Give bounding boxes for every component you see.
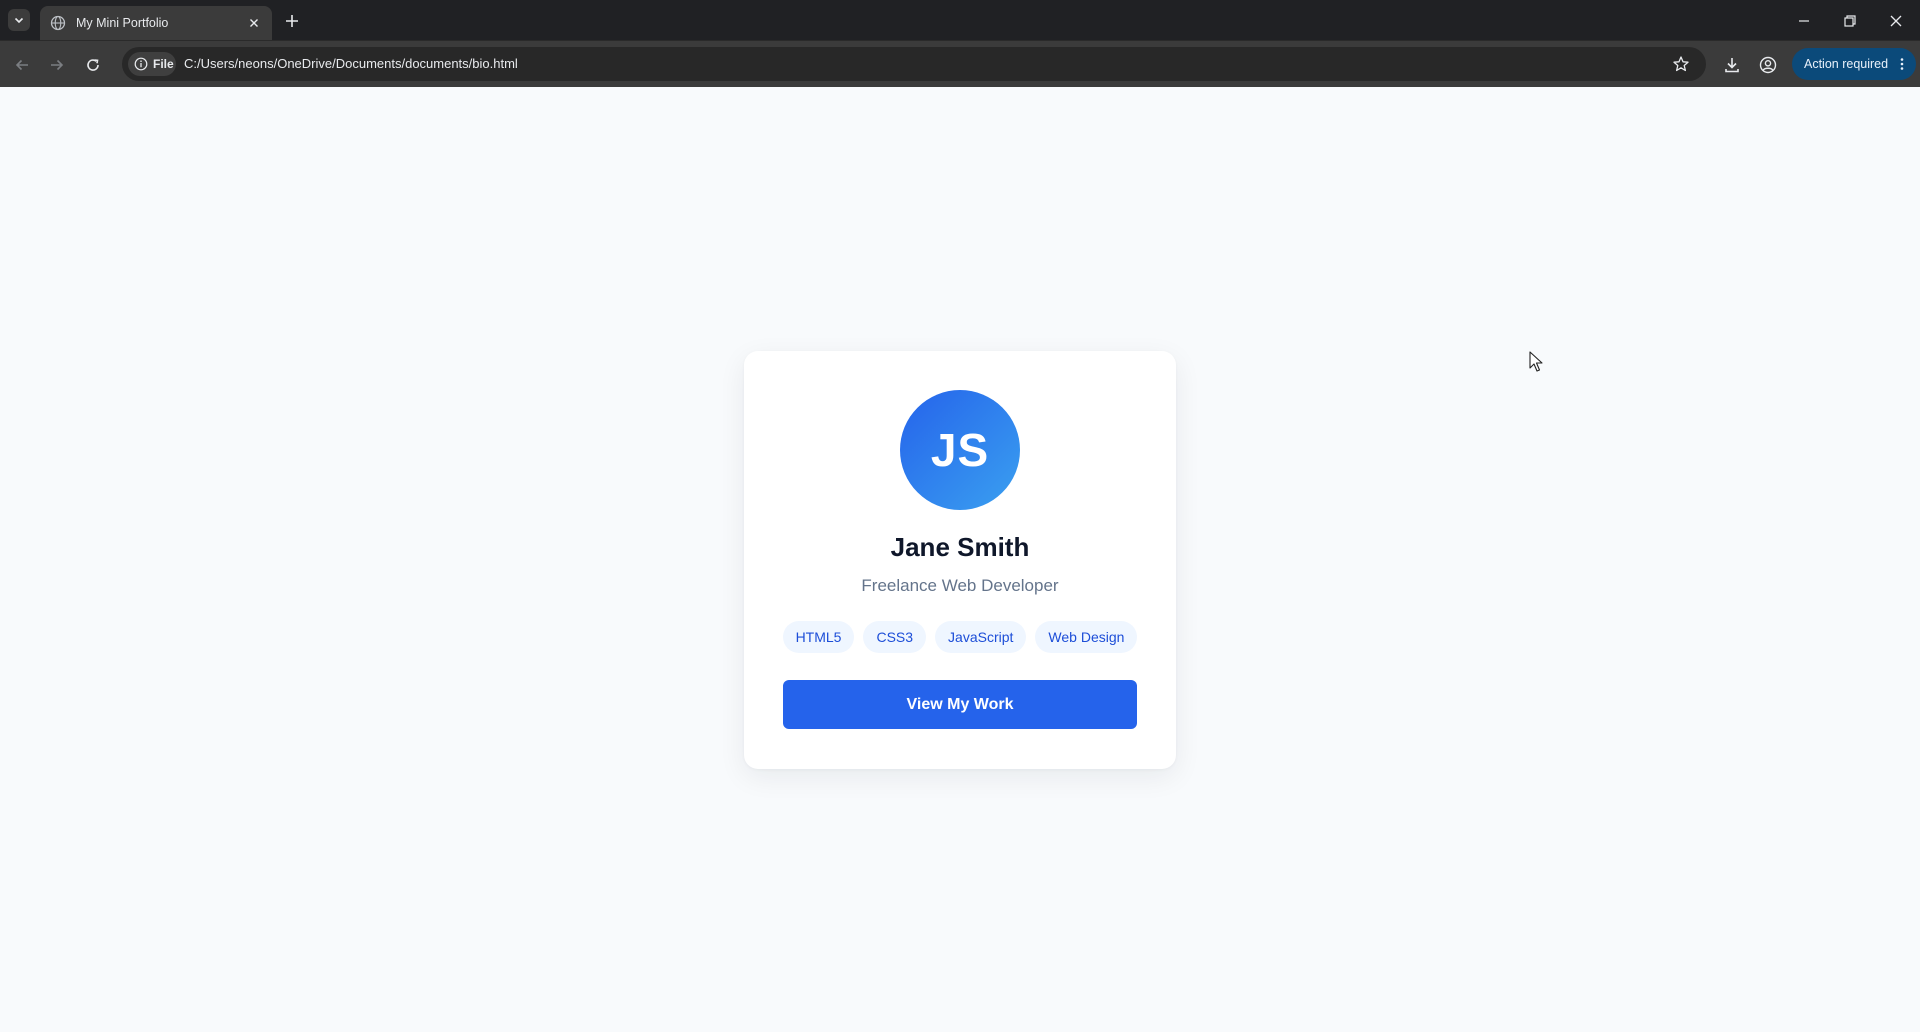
site-chip-label: File xyxy=(153,57,174,71)
skill-tag-web-design: Web Design xyxy=(1035,621,1138,653)
restore-icon[interactable] xyxy=(1841,12,1859,30)
profile-name: Jane Smith xyxy=(890,532,1030,562)
avatar-initials: JS xyxy=(930,424,990,476)
tab-search-button[interactable] xyxy=(8,9,30,31)
more-menu-icon[interactable] xyxy=(1894,56,1910,72)
view-my-work-button[interactable]: View My Work xyxy=(783,680,1137,729)
avatar: JS xyxy=(900,390,1020,510)
url-text[interactable]: C:/Users/neons/OneDrive/Documents/docume… xyxy=(184,56,518,71)
close-window-icon[interactable] xyxy=(1887,12,1905,30)
close-tab-icon[interactable] xyxy=(246,15,262,31)
reload-icon[interactable] xyxy=(83,55,103,75)
action-required-label: Action required xyxy=(1804,57,1889,71)
address-bar[interactable]: File C:/Users/neons/OneDrive/Documents/d… xyxy=(122,47,1706,81)
mouse-cursor-icon xyxy=(1529,351,1543,372)
download-icon[interactable] xyxy=(1722,55,1742,75)
profile-role: Freelance Web Developer xyxy=(861,576,1059,595)
tab-strip: My Mini Portfolio xyxy=(0,0,1920,40)
back-arrow-icon[interactable] xyxy=(12,55,32,75)
skill-tags: HTML5 CSS3 JavaScript Web Design xyxy=(744,621,1176,653)
browser-toolbar: File C:/Users/neons/OneDrive/Documents/d… xyxy=(0,40,1920,87)
minimize-icon[interactable] xyxy=(1795,12,1813,30)
tab-my-mini-portfolio[interactable]: My Mini Portfolio xyxy=(40,6,272,40)
skill-tag-css3: CSS3 xyxy=(863,621,927,653)
chevron-down-icon xyxy=(14,17,24,24)
skill-tag-javascript: JavaScript xyxy=(935,621,1027,653)
globe-icon xyxy=(50,15,66,31)
forward-arrow-icon[interactable] xyxy=(47,55,67,75)
profile-icon[interactable] xyxy=(1758,55,1778,75)
bookmark-star-icon[interactable] xyxy=(1672,55,1690,73)
tab-title: My Mini Portfolio xyxy=(76,16,169,30)
profile-card: JS Jane Smith Freelance Web Developer HT… xyxy=(744,351,1176,769)
site-info-chip[interactable]: File xyxy=(128,52,176,76)
skill-tag-html5: HTML5 xyxy=(782,621,855,653)
action-required-button[interactable]: Action required xyxy=(1792,48,1916,80)
new-tab-icon[interactable] xyxy=(282,11,302,31)
info-icon xyxy=(134,57,148,71)
